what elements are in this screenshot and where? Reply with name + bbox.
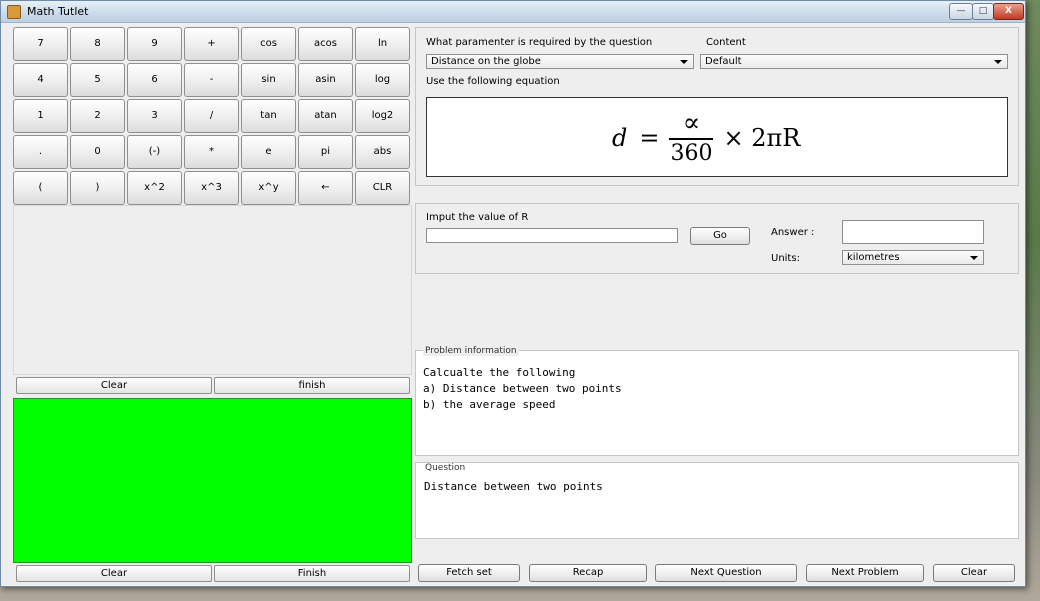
calc-key-button[interactable]: CLR	[355, 171, 410, 205]
calc-key-button[interactable]: log2	[355, 99, 410, 133]
answer-field[interactable]	[842, 220, 984, 244]
parameter-select-value: Distance on the globe	[431, 56, 541, 67]
calculator-finish-button[interactable]: finish	[214, 377, 410, 394]
calc-key-button[interactable]: 3	[127, 99, 182, 133]
answer-label: Answer :	[771, 227, 815, 238]
equation-rhs: × 2πR	[723, 124, 801, 152]
calc-key-button[interactable]: *	[184, 135, 239, 169]
problem-info-title: Problem information	[423, 346, 519, 356]
calc-key-button[interactable]: 7	[13, 27, 68, 61]
question-title: Question	[423, 463, 468, 473]
calc-key-button[interactable]: x^2	[127, 171, 182, 205]
equation-lhs: d	[612, 124, 628, 152]
calculator-clear-button[interactable]: Clear	[16, 377, 212, 394]
calc-key-button[interactable]: pi	[298, 135, 353, 169]
calc-key-button[interactable]: x^3	[184, 171, 239, 205]
equation-display: d = ∝ 360 × 2πR	[426, 97, 1008, 177]
calculator-display-area	[13, 205, 412, 375]
calc-key-button[interactable]: +	[184, 27, 239, 61]
problem-info-lines: Calcualte the following a) Distance betwe…	[423, 365, 622, 413]
calc-key-button[interactable]: log	[355, 63, 410, 97]
calc-key-button[interactable]: 6	[127, 63, 182, 97]
calc-key-button[interactable]: 4	[13, 63, 68, 97]
calc-key-button[interactable]: ←	[298, 171, 353, 205]
problem-info-line: Calcualte the following	[423, 366, 576, 379]
equation-fraction: ∝ 360	[669, 108, 714, 167]
fetch-set-button[interactable]: Fetch set	[418, 564, 520, 582]
calc-key-button[interactable]: asin	[298, 63, 353, 97]
drawing-canvas[interactable]	[13, 398, 412, 563]
recap-button[interactable]: Recap	[529, 564, 647, 582]
calc-key-button[interactable]: tan	[241, 99, 296, 133]
next-question-button[interactable]: Next Question	[655, 564, 797, 582]
calc-key-button[interactable]: -	[184, 63, 239, 97]
problem-info-line: a) Distance between two points	[423, 382, 622, 395]
title-bar[interactable]: Math Tutlet — □ X	[1, 1, 1025, 23]
go-button[interactable]: Go	[690, 227, 750, 245]
calc-key-button[interactable]: x^y	[241, 171, 296, 205]
content-label: Content	[706, 37, 746, 48]
equation-denominator: 360	[670, 141, 713, 166]
calc-key-button[interactable]: 2	[70, 99, 125, 133]
calc-key-button[interactable]: acos	[298, 27, 353, 61]
chevron-down-icon	[994, 60, 1002, 64]
equation-numerator: ∝	[682, 108, 701, 138]
parameter-label: What paramenter is required by the quest…	[426, 37, 653, 48]
calc-key-button[interactable]: e	[241, 135, 296, 169]
calc-key-button[interactable]: atan	[298, 99, 353, 133]
fraction-bar	[669, 138, 714, 140]
canvas-clear-button[interactable]: Clear	[16, 565, 212, 582]
close-button[interactable]: X	[993, 3, 1024, 20]
chevron-down-icon	[970, 256, 978, 260]
calc-key-button[interactable]: (-)	[127, 135, 182, 169]
content-select-value: Default	[705, 56, 742, 67]
app-window: Math Tutlet — □ X 7 8 9 + cos acos ln 4 5 6- sin as…	[0, 0, 1026, 587]
question-panel: Distance between two points	[415, 462, 1019, 539]
r-value-input[interactable]	[426, 228, 678, 243]
input-r-label: Imput the value of R	[426, 212, 529, 223]
calc-key-button[interactable]: 8	[70, 27, 125, 61]
calc-key-button[interactable]: 9	[127, 27, 182, 61]
calc-key-button[interactable]: )	[70, 171, 125, 205]
canvas-finish-button[interactable]: Finish	[214, 565, 410, 582]
next-problem-button[interactable]: Next Problem	[806, 564, 924, 582]
window-title: Math Tutlet	[27, 5, 89, 18]
problem-info-text: Calcualte the following a) Distance betwe…	[419, 360, 1015, 452]
minimize-button[interactable]: —	[949, 3, 973, 20]
calc-key-button[interactable]: /	[184, 99, 239, 133]
calc-key-button[interactable]: (	[13, 171, 68, 205]
calc-key-button[interactable]: sin	[241, 63, 296, 97]
maximize-button[interactable]: □	[972, 3, 994, 20]
client-area: 7 8 9 + cos acos ln 4 5 6- sin asin log 1 2 3/tan atan lo…	[5, 27, 1021, 583]
calc-key-button[interactable]: abs	[355, 135, 410, 169]
units-label: Units:	[771, 253, 800, 264]
equation-equals: =	[639, 124, 660, 152]
java-app-icon	[7, 5, 21, 19]
problem-info-line: b) the average speed	[423, 398, 556, 411]
question-text: Distance between two points	[424, 480, 603, 493]
units-select[interactable]: kilometres	[842, 250, 984, 265]
calc-key-button[interactable]: cos	[241, 27, 296, 61]
calc-key-button[interactable]: 0	[70, 135, 125, 169]
calc-key-button[interactable]: .	[13, 135, 68, 169]
calc-key-button[interactable]: ln	[355, 27, 410, 61]
units-select-value: kilometres	[847, 252, 900, 263]
problem-info-panel: Calcualte the following a) Distance betwe…	[415, 350, 1019, 456]
equation-label: Use the following equation	[426, 76, 560, 87]
calc-key-button[interactable]: 5	[70, 63, 125, 97]
equation-formula: d = ∝ 360 × 2πR	[612, 107, 800, 169]
calc-key-button[interactable]: 1	[13, 99, 68, 133]
chevron-down-icon	[680, 60, 688, 64]
parameter-select[interactable]: Distance on the globe	[426, 54, 694, 69]
content-select[interactable]: Default	[700, 54, 1008, 69]
clear-all-button[interactable]: Clear	[933, 564, 1015, 582]
